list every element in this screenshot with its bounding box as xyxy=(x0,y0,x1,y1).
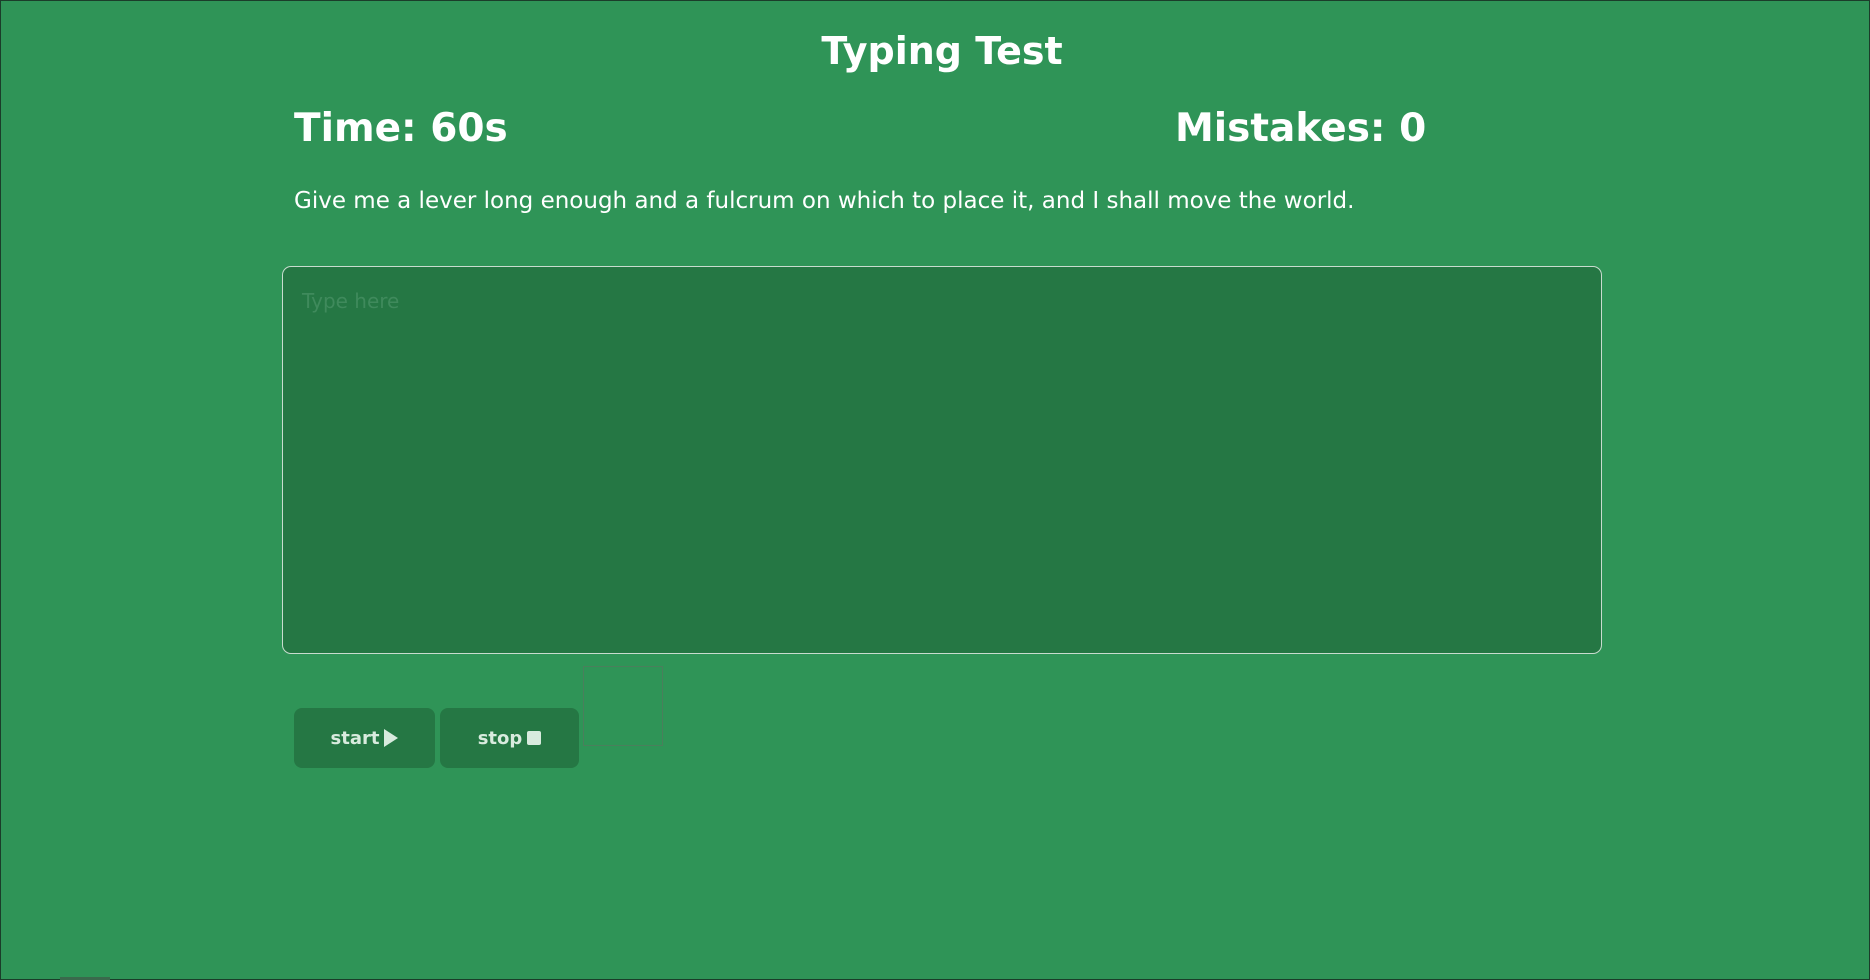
stop-button-label: stop xyxy=(477,727,523,749)
start-button[interactable]: start xyxy=(294,708,435,768)
start-button-label: start xyxy=(330,727,380,749)
typing-input[interactable] xyxy=(282,266,1602,654)
mistakes-counter: Mistakes: 0 xyxy=(1175,106,1427,151)
page-title: Typing Test xyxy=(821,29,1063,73)
stop-icon xyxy=(527,731,542,745)
quote-text: Give me a lever long enough and a fulcru… xyxy=(294,188,1355,214)
result-box xyxy=(583,666,663,746)
play-icon xyxy=(384,729,399,747)
timer-display: Time: 60s xyxy=(294,106,508,151)
stop-button[interactable]: stop xyxy=(440,708,579,768)
